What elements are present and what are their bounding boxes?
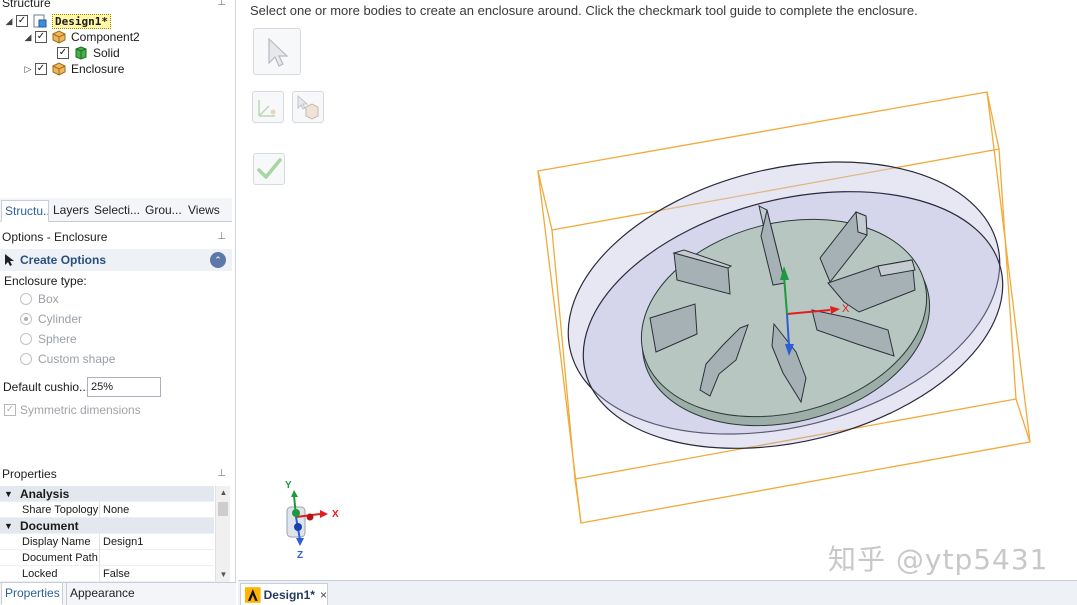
view-y-label: Y [285, 480, 292, 491]
tab-selection[interactable]: Selecti... [91, 200, 141, 222]
document-tab-design1[interactable]: Design1* × [240, 583, 328, 605]
collapse-up-icon[interactable]: ⌃ [210, 252, 226, 268]
close-tab-icon[interactable]: × [320, 588, 327, 602]
radio-button[interactable] [20, 333, 32, 345]
pin-icon[interactable]: ⊥ [217, 228, 226, 246]
property-row[interactable]: Display Name Design1 [0, 533, 214, 550]
tree-label: Solid [93, 46, 120, 60]
tab-groups[interactable]: Grou... [142, 200, 182, 222]
property-row[interactable]: Document Path [0, 549, 214, 566]
radio-button-selected[interactable] [20, 313, 32, 325]
document-tab-label: Design1* [263, 587, 315, 602]
tree-item-design[interactable]: ◢ ✓ Design1* [4, 13, 111, 29]
design-icon [33, 14, 47, 28]
bottom-tab-bar: Properties Appearance [0, 582, 236, 605]
properties-panel-header: Properties ⊥ [0, 465, 232, 483]
radio-label: Custom shape [38, 352, 116, 366]
component-icon [52, 30, 66, 44]
scroll-down-icon[interactable]: ▼ [216, 568, 231, 582]
document-tab-bar: Design1* × [238, 580, 1077, 605]
property-key: Locked [0, 565, 100, 582]
radio-label: Cylinder [38, 312, 83, 326]
solid-icon [75, 46, 87, 60]
properties-grid: ▼ Analysis Share Topology None ▼ Documen… [0, 486, 232, 582]
tree-item-component2[interactable]: ◢ ✓ Component2 [23, 29, 140, 45]
cushion-input[interactable]: 25% [87, 377, 161, 397]
model-viewport[interactable]: X Y X Z [238, 0, 1077, 580]
tab-structure[interactable]: Structu... [1, 200, 49, 222]
cursor-arrow-icon [5, 254, 14, 266]
tree-item-enclosure[interactable]: ▷ ✓ Enclosure [23, 61, 125, 77]
radio-box[interactable]: Box [20, 291, 59, 307]
tree-label: Component2 [71, 30, 140, 44]
tab-appearance[interactable]: Appearance [66, 583, 136, 605]
symmetric-dimensions-option[interactable]: ✓ Symmetric dimensions [4, 403, 141, 417]
tree-checkbox[interactable]: ✓ [16, 15, 28, 27]
expand-arrow-icon[interactable]: ◢ [23, 32, 33, 43]
property-value[interactable]: None [100, 504, 129, 516]
pin-icon[interactable]: ⊥ [217, 0, 226, 12]
cushion-label: Default cushio... [3, 380, 90, 394]
tab-properties[interactable]: Properties [1, 583, 63, 605]
ansys-logo-icon [245, 586, 261, 603]
options-panel-header: Options - Enclosure ⊥ [0, 228, 232, 246]
properties-scrollbar[interactable]: ▲ ▼ [215, 486, 230, 582]
collapse-arrow-icon[interactable]: ▼ [0, 521, 14, 531]
radio-cylinder[interactable]: Cylinder [20, 311, 82, 327]
design-canvas[interactable]: Select one or more bodies to create an e… [238, 0, 1077, 580]
model-x-label: X [842, 303, 850, 315]
category-label: Document [20, 518, 79, 533]
radio-button[interactable] [20, 293, 32, 305]
tree-item-solid[interactable]: ✓ Solid [57, 45, 120, 61]
app-window: Structure ⊥ ◢ ✓ Design1* ◢ ✓ Component2 … [0, 0, 1077, 605]
left-panel: Structure ⊥ ◢ ✓ Design1* ◢ ✓ Component2 … [0, 0, 236, 605]
view-z-label: Z [297, 550, 303, 561]
pin-icon[interactable]: ⊥ [217, 465, 226, 483]
property-value[interactable]: False [100, 568, 130, 580]
radio-sphere[interactable]: Sphere [20, 331, 77, 347]
collapse-arrow-icon[interactable]: ▷ [23, 64, 33, 75]
tree-label: Enclosure [71, 62, 125, 76]
scrollbar-thumb[interactable] [218, 502, 228, 516]
scroll-up-icon[interactable]: ▲ [216, 486, 231, 500]
symmetric-label: Symmetric dimensions [20, 403, 141, 417]
radio-label: Sphere [38, 332, 77, 346]
component-icon [52, 62, 66, 76]
tab-views[interactable]: Views [185, 200, 225, 222]
property-key: Share Topology [0, 501, 100, 518]
radio-custom-shape[interactable]: Custom shape [20, 351, 115, 367]
properties-panel-title: Properties [2, 467, 57, 481]
symmetric-checkbox[interactable]: ✓ [4, 404, 16, 416]
radio-button[interactable] [20, 353, 32, 365]
property-category-analysis[interactable]: ▼ Analysis [0, 486, 214, 502]
property-key: Display Name [0, 533, 100, 550]
property-row[interactable]: Locked False [0, 565, 214, 582]
panel-tab-bar: Structu... Layers Selecti... Grou... Vie… [0, 198, 232, 222]
create-options-label: Create Options [20, 253, 107, 267]
enclosure-type-label: Enclosure type: [4, 274, 87, 288]
property-value[interactable]: Design1 [100, 536, 143, 548]
property-category-document[interactable]: ▼ Document [0, 518, 214, 534]
structure-panel-header: Structure ⊥ [0, 0, 232, 12]
property-key: Document Path [0, 549, 100, 566]
tree-checkbox[interactable]: ✓ [35, 63, 47, 75]
property-row[interactable]: Share Topology None [0, 501, 214, 518]
expand-arrow-icon[interactable]: ◢ [4, 16, 14, 27]
radio-label: Box [38, 292, 59, 306]
watermark-text: 知乎 @ytp5431 [828, 543, 1049, 576]
category-label: Analysis [20, 486, 70, 501]
tree-checkbox[interactable]: ✓ [57, 47, 69, 59]
create-options-section[interactable]: Create Options ⌃ [0, 249, 232, 271]
tree-label: Design1* [52, 13, 111, 29]
view-axis-triad [286, 490, 328, 546]
collapse-arrow-icon[interactable]: ▼ [0, 489, 14, 499]
tree-checkbox[interactable]: ✓ [35, 31, 47, 43]
tab-layers[interactable]: Layers [50, 200, 90, 222]
structure-panel-title: Structure [2, 0, 51, 10]
options-panel-title: Options - Enclosure [2, 230, 108, 244]
view-x-label: X [332, 509, 339, 520]
